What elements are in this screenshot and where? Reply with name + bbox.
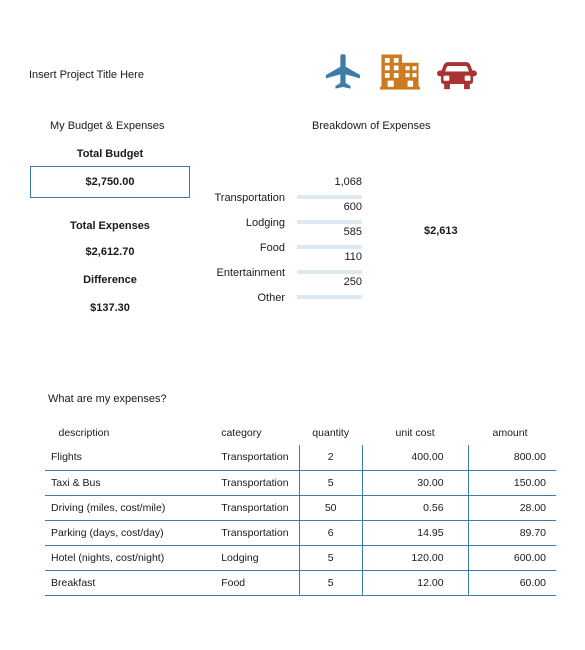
car-icon <box>436 57 478 98</box>
cell-amount[interactable]: 150.00 <box>467 470 556 495</box>
breakdown-row: Entertainment 110 <box>185 251 362 279</box>
travel-icon-strip <box>322 49 477 98</box>
expenses-question-label: What are my expenses? <box>48 393 167 405</box>
breakdown-divider <box>297 245 362 249</box>
breakdown-value-cell: 600 <box>291 201 362 226</box>
table-row[interactable]: Flights Transportation 2 400.00 800.00 <box>44 445 556 470</box>
difference-value: $137.30 <box>90 302 130 314</box>
breakdown-value-cell: 1,068 <box>291 176 362 201</box>
cell-amount[interactable]: 600.00 <box>467 545 556 570</box>
total-budget-input[interactable]: $2,750.00 <box>30 166 190 198</box>
breakdown-value-cell: 110 <box>291 251 362 276</box>
cell-description[interactable]: Parking (days, cost/day) <box>44 520 208 545</box>
expenses-table: description category quantity unit cost … <box>44 420 556 596</box>
cell-unit-cost[interactable]: 12.00 <box>361 570 469 595</box>
difference-label: Difference <box>83 274 137 286</box>
column-header-quantity: quantity <box>312 426 350 439</box>
cell-quantity[interactable]: 50 <box>298 495 363 520</box>
building-icon <box>378 49 422 98</box>
cell-description[interactable]: Driving (miles, cost/mile) <box>44 495 208 520</box>
cell-category[interactable]: Food <box>207 570 299 595</box>
cell-category[interactable]: Transportation <box>207 470 299 495</box>
breakdown-value-cell: 250 <box>291 276 362 301</box>
breakdown-row: Lodging 600 <box>185 201 362 229</box>
breakdown-value: 585 <box>343 226 362 238</box>
breakdown-category-label: Entertainment <box>216 267 285 279</box>
breakdown-category-label: Transportation <box>214 192 285 204</box>
breakdown-value-cell: 585 <box>291 226 362 251</box>
cell-unit-cost[interactable]: 400.00 <box>361 445 469 470</box>
cell-category[interactable]: Transportation <box>207 520 299 545</box>
column-header-amount: amount <box>492 426 528 439</box>
breakdown-section-heading: Breakdown of Expenses <box>312 120 431 132</box>
breakdown-category-label: Food <box>259 242 285 254</box>
breakdown-category-label: Lodging <box>245 217 285 229</box>
total-budget-label: Total Budget <box>76 148 144 160</box>
table-row[interactable]: Taxi & Bus Transportation 5 30.00 150.00 <box>44 470 556 495</box>
breakdown-value: 600 <box>343 201 362 213</box>
page-title[interactable]: Insert Project Title Here <box>29 69 144 81</box>
cell-unit-cost[interactable]: 120.00 <box>361 545 469 570</box>
breakdown-divider <box>297 195 362 199</box>
table-row[interactable]: Breakfast Food 5 12.00 60.00 <box>44 570 556 595</box>
breakdown-value: 250 <box>343 276 362 288</box>
breakdown-value: 110 <box>344 251 362 263</box>
total-expenses-label: Total Expenses <box>70 220 150 232</box>
breakdown-divider <box>297 220 362 224</box>
table-row[interactable]: Hotel (nights, cost/night) Lodging 5 120… <box>44 545 556 570</box>
table-header-row: description category quantity unit cost … <box>45 420 557 445</box>
column-header-description: description <box>58 426 110 439</box>
breakdown-row: Food 585 <box>185 226 362 254</box>
cell-category[interactable]: Lodging <box>207 545 299 570</box>
cell-unit-cost[interactable]: 14.95 <box>361 520 469 545</box>
cell-description[interactable]: Hotel (nights, cost/night) <box>44 545 208 570</box>
column-header-unit-cost: unit cost <box>395 426 435 439</box>
cell-quantity[interactable]: 5 <box>298 545 363 570</box>
cell-unit-cost[interactable]: 0.56 <box>361 495 469 520</box>
column-header-category: category <box>221 426 262 439</box>
breakdown-divider <box>297 295 362 299</box>
table-row[interactable]: Driving (miles, cost/mile) Transportatio… <box>44 495 556 520</box>
cell-amount[interactable]: 800.00 <box>467 445 556 470</box>
budget-spreadsheet: Insert Project Title Here My Budget & Ex… <box>0 0 585 650</box>
total-expenses-value: $2,612.70 <box>85 246 135 258</box>
airplane-icon <box>322 51 364 98</box>
cell-quantity[interactable]: 6 <box>298 520 363 545</box>
cell-description[interactable]: Flights <box>44 445 208 470</box>
cell-quantity[interactable]: 5 <box>298 570 363 595</box>
cell-description[interactable]: Taxi & Bus <box>44 470 208 495</box>
breakdown-divider <box>297 270 362 274</box>
cell-description[interactable]: Breakfast <box>44 570 208 595</box>
breakdown-row: Transportation 1,068 <box>185 176 362 204</box>
cell-category[interactable]: Transportation <box>207 495 299 520</box>
breakdown-category-label: Other <box>257 292 285 304</box>
breakdown-row: Other 250 <box>185 276 362 304</box>
cell-quantity[interactable]: 5 <box>298 470 363 495</box>
budget-summary: Total Budget $2,750.00 Total Expenses $2… <box>30 148 190 314</box>
cell-amount[interactable]: 89.70 <box>467 520 556 545</box>
table-row[interactable]: Parking (days, cost/day) Transportation … <box>44 520 556 545</box>
cell-unit-cost[interactable]: 30.00 <box>361 470 469 495</box>
cell-amount[interactable]: 60.00 <box>467 570 556 595</box>
expense-breakdown-list: Transportation 1,068 Lodging 600 Food 58… <box>185 176 362 304</box>
cell-category[interactable]: Transportation <box>207 445 299 470</box>
breakdown-total-value: $2,613 <box>424 225 458 237</box>
breakdown-value: 1,068 <box>334 176 362 188</box>
budget-section-heading: My Budget & Expenses <box>50 120 165 132</box>
cell-amount[interactable]: 28.00 <box>467 495 556 520</box>
cell-quantity[interactable]: 2 <box>298 445 363 470</box>
